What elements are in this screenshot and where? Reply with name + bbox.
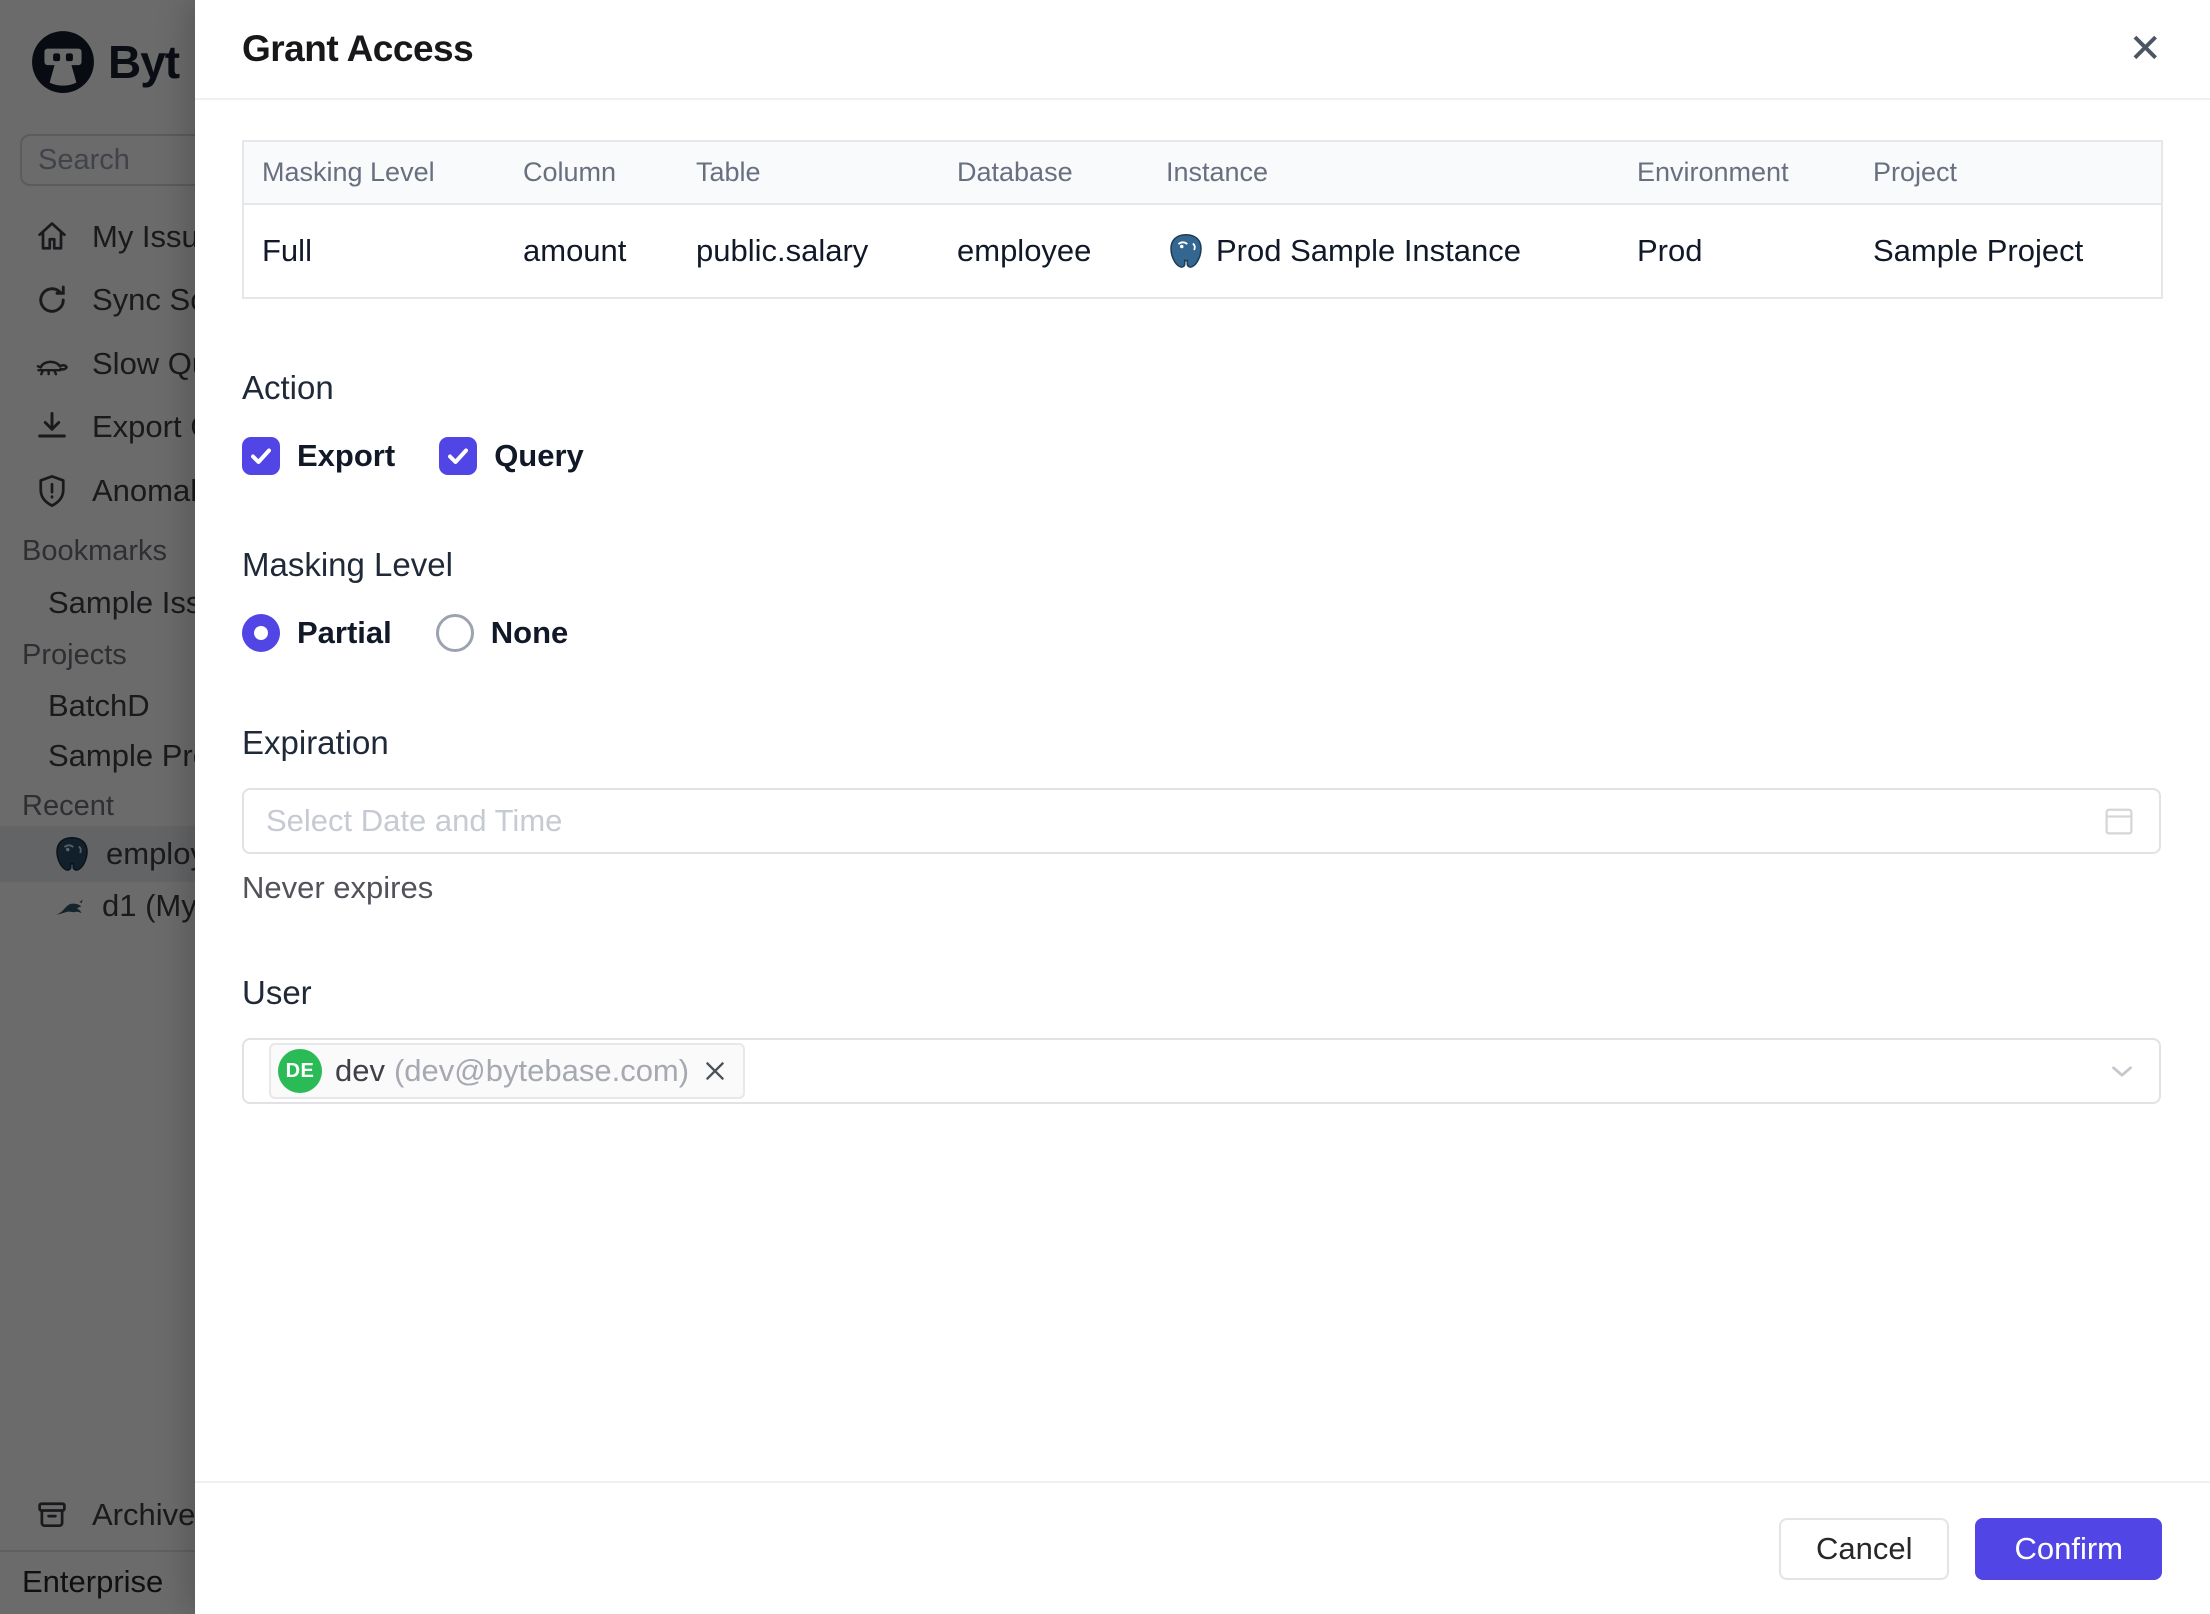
cell-database: employee bbox=[939, 204, 1148, 298]
action-options: Export Query bbox=[242, 437, 2161, 475]
column-header-column: Column bbox=[505, 141, 678, 205]
close-icon[interactable]: ✕ bbox=[2128, 29, 2162, 69]
expiration-date-input[interactable] bbox=[242, 788, 2161, 854]
column-header-masking-level: Masking Level bbox=[243, 141, 505, 205]
check-icon bbox=[251, 448, 271, 464]
confirm-button[interactable]: Confirm bbox=[1975, 1517, 2162, 1580]
check-icon bbox=[448, 448, 469, 464]
expiration-date-field[interactable] bbox=[266, 803, 2101, 839]
masking-options: Partial None bbox=[242, 614, 2161, 652]
column-header-instance: Instance bbox=[1148, 141, 1619, 205]
export-checkbox-label: Export bbox=[297, 438, 396, 473]
remove-user-icon[interactable] bbox=[702, 1058, 728, 1084]
cell-table: public.salary bbox=[678, 204, 939, 298]
action-section-heading: Action bbox=[242, 369, 334, 406]
query-checkbox-label: Query bbox=[494, 438, 584, 473]
cancel-button[interactable]: Cancel bbox=[1778, 1517, 1950, 1580]
partial-radio-label: Partial bbox=[297, 615, 392, 650]
modal-backdrop[interactable] bbox=[0, 0, 195, 1614]
expiration-section-heading: Expiration bbox=[242, 724, 389, 761]
query-checkbox[interactable] bbox=[439, 437, 478, 475]
export-checkbox-group[interactable]: Export bbox=[242, 437, 395, 475]
user-section-heading: User bbox=[242, 974, 312, 1011]
user-name: dev bbox=[335, 1053, 385, 1088]
grant-summary-table: Masking Level Column Table Database Inst… bbox=[242, 140, 2163, 299]
modal-footer: Cancel Confirm bbox=[195, 1481, 2210, 1614]
postgresql-icon bbox=[1170, 233, 1202, 268]
masking-section-heading: Masking Level bbox=[242, 546, 453, 583]
chevron-down-icon[interactable] bbox=[2105, 1054, 2139, 1088]
export-checkbox[interactable] bbox=[242, 437, 280, 475]
cell-project: Sample Project bbox=[1855, 204, 2162, 298]
user-email: (dev@bytebase.com) bbox=[393, 1053, 690, 1088]
column-header-table: Table bbox=[678, 141, 939, 205]
cell-column: amount bbox=[505, 204, 678, 298]
none-radio-group[interactable]: None bbox=[435, 614, 569, 652]
partial-radio-group[interactable]: Partial bbox=[242, 614, 392, 652]
table-header-row: Masking Level Column Table Database Inst… bbox=[243, 141, 2162, 205]
cell-masking-level: Full bbox=[243, 204, 505, 298]
query-checkbox-group[interactable]: Query bbox=[439, 437, 584, 475]
column-header-environment: Environment bbox=[1619, 141, 1855, 205]
column-header-project: Project bbox=[1855, 141, 2162, 205]
column-header-database: Database bbox=[939, 141, 1148, 205]
table-row: Full amount public.salary employee Prod … bbox=[243, 204, 2162, 298]
grant-access-modal: Grant Access ✕ Masking Level Column Tabl… bbox=[195, 0, 2210, 1614]
avatar: DE bbox=[278, 1049, 322, 1093]
calendar-icon[interactable] bbox=[2101, 803, 2137, 839]
modal-title: Grant Access bbox=[242, 28, 474, 69]
partial-radio[interactable] bbox=[242, 614, 280, 652]
none-radio-label: None bbox=[490, 615, 569, 650]
instance-name: Prod Sample Instance bbox=[1216, 233, 1522, 268]
modal-body: Masking Level Column Table Database Inst… bbox=[195, 100, 2210, 1104]
none-radio[interactable] bbox=[435, 614, 474, 652]
modal-header: Grant Access ✕ bbox=[195, 0, 2210, 100]
cell-instance: Prod Sample Instance bbox=[1148, 204, 1619, 298]
cell-environment: Prod bbox=[1619, 204, 1855, 298]
expiration-note: Never expires bbox=[242, 870, 434, 905]
user-tag: DE dev (dev@bytebase.com) bbox=[269, 1043, 746, 1099]
user-select[interactable]: DE dev (dev@bytebase.com) bbox=[242, 1038, 2161, 1104]
